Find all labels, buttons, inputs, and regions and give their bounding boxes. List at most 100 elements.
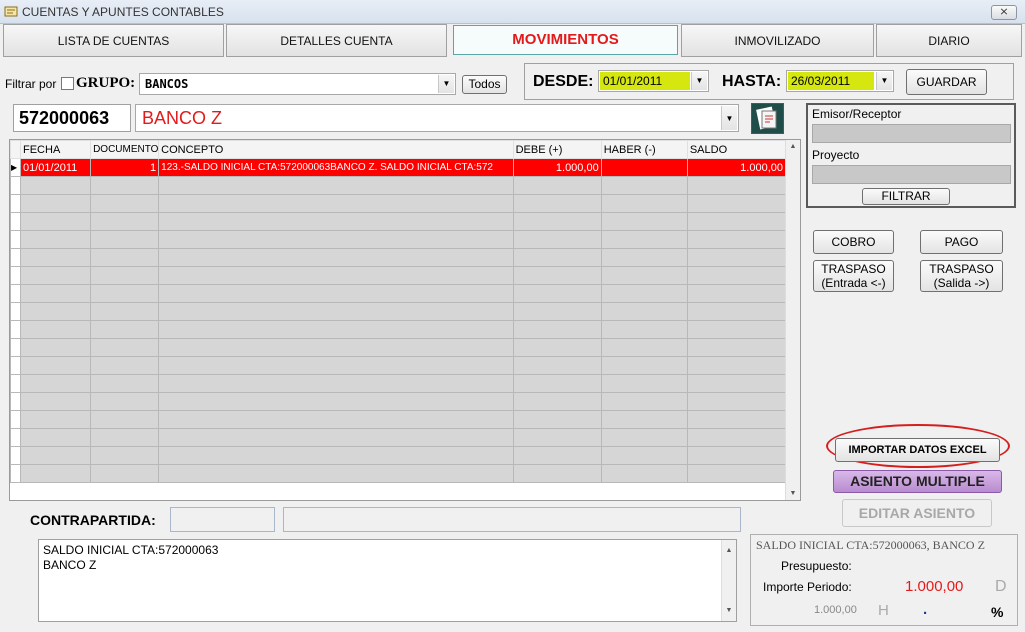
scroll-down-icon[interactable]: ▼ [722, 603, 736, 618]
traspaso-entrada-button[interactable]: TRASPASO (Entrada <-) [813, 260, 894, 292]
col-header-debe[interactable]: DEBE (+) [512, 140, 602, 159]
grupo-value: BANCOS [145, 77, 189, 91]
table-row[interactable]: ▶ 01/01/2011 1 123.-SALDO INICIAL CTA:57… [10, 158, 787, 177]
empty-grid-row[interactable] [10, 230, 787, 249]
pago-button[interactable]: PAGO [920, 230, 1003, 254]
empty-grid-row[interactable] [10, 428, 787, 447]
empty-grid-row[interactable] [10, 410, 787, 429]
empty-grid-row[interactable] [10, 194, 787, 213]
notes-line-1: SALDO INICIAL CTA:572000063 [43, 543, 219, 557]
notes-line-2: BANCO Z [43, 558, 97, 572]
col-header-saldo[interactable]: SALDO [686, 140, 787, 159]
contrapartida-code-input[interactable] [170, 507, 275, 532]
account-report-button[interactable] [751, 103, 784, 134]
tab-lista-de-cuentas[interactable]: LISTA DE CUENTAS [3, 24, 224, 57]
filtrar-checkbox[interactable] [61, 77, 74, 90]
col-header-fecha[interactable]: FECHA [19, 140, 92, 159]
grid-header-row: FECHA DOCUMENTO CONCEPTO DEBE (+) HABER … [10, 140, 787, 159]
chevron-down-icon: ▼ [691, 72, 707, 90]
traspaso-entrada-sub: (Entrada <-) [821, 276, 886, 290]
proyecto-field[interactable] [812, 165, 1011, 184]
guardar-button[interactable]: GUARDAR [906, 69, 987, 95]
empty-grid-row[interactable] [10, 392, 787, 411]
credit-indicator: H [878, 602, 889, 619]
cell-saldo[interactable]: 1.000,00 [686, 158, 787, 177]
cell-haber[interactable] [600, 158, 688, 177]
presupuesto-label: Presupuesto: [781, 559, 852, 573]
app-icon [4, 6, 18, 17]
contrapartida-label: CONTRAPARTIDA: [30, 512, 156, 528]
empty-grid-row[interactable] [10, 446, 787, 465]
tab-inmovilizado[interactable]: INMOVILIZADO [681, 24, 874, 57]
empty-grid-row[interactable] [10, 284, 787, 303]
editar-asiento-button[interactable]: EDITAR ASIENTO [842, 499, 992, 527]
percent-label: % [991, 604, 1004, 620]
hasta-date-input[interactable]: 26/03/2011 ▼ [786, 70, 894, 92]
window-title: CUENTAS Y APUNTES CONTABLES [22, 5, 224, 19]
tab-movimientos[interactable]: MOVIMIENTOS [453, 25, 678, 55]
empty-grid-row[interactable] [10, 338, 787, 357]
traspaso-salida-button[interactable]: TRASPASO (Salida ->) [920, 260, 1003, 292]
col-header-documento[interactable]: DOCUMENTO [90, 140, 160, 159]
emisor-field[interactable] [812, 124, 1011, 143]
summary-concept: SALDO INICIAL CTA:572000063, BANCO Z [756, 538, 985, 552]
traspaso-entrada-label: TRASPASO [821, 262, 886, 276]
account-name: BANCO Z [142, 108, 223, 128]
empty-grid-row[interactable] [10, 302, 787, 321]
cell-concepto[interactable]: 123.-SALDO INICIAL CTA:572000063BANCO Z.… [158, 158, 514, 177]
desde-value: 01/01/2011 [603, 74, 663, 88]
tab-diario[interactable]: DIARIO [876, 24, 1022, 57]
filtrar-por-label: Filtrar por [5, 77, 57, 91]
notes-textarea[interactable]: SALDO INICIAL CTA:572000063 BANCO Z ▲ ▼ [38, 539, 737, 622]
summary-panel: SALDO INICIAL CTA:572000063, BANCO Z Pre… [750, 534, 1018, 626]
emisor-label: Emisor/Receptor [812, 107, 902, 121]
importar-excel-button[interactable]: IMPORTAR DATOS EXCEL [835, 438, 1000, 462]
tab-detalles-cuenta[interactable]: DETALLES CUENTA [226, 24, 447, 57]
todos-button[interactable]: Todos [462, 75, 507, 94]
cell-documento[interactable]: 1 [90, 158, 160, 177]
desde-date-input[interactable]: 01/01/2011 ▼ [598, 70, 709, 92]
empty-grid-row[interactable] [10, 176, 787, 195]
importe-periodo-value: 1.000,00 [905, 578, 964, 595]
title-bar: CUENTAS Y APUNTES CONTABLES ⨯ [0, 0, 1025, 24]
notes-scrollbar[interactable]: ▲ ▼ [721, 540, 736, 621]
cell-debe[interactable]: 1.000,00 [512, 158, 602, 177]
grid-scrollbar[interactable]: ▲ ▼ [785, 140, 800, 500]
proyecto-label: Proyecto [812, 148, 860, 162]
movements-grid[interactable]: FECHA DOCUMENTO CONCEPTO DEBE (+) HABER … [9, 139, 801, 501]
debit-indicator: D [995, 578, 1007, 595]
empty-grid-row[interactable] [10, 266, 787, 285]
scroll-up-icon[interactable]: ▲ [786, 143, 800, 150]
summary-small-value: 1.000,00 [814, 604, 857, 616]
close-icon: ⨯ [999, 6, 1009, 18]
asiento-multiple-button[interactable]: ASIENTO MULTIPLE [833, 470, 1002, 493]
empty-grid-row[interactable] [10, 212, 787, 231]
account-code[interactable]: 572000063 [13, 104, 131, 132]
filtrar-button[interactable]: FILTRAR [862, 188, 950, 205]
empty-grid-row[interactable] [10, 248, 787, 267]
cobro-button[interactable]: COBRO [813, 230, 894, 254]
hasta-value: 26/03/2011 [791, 74, 851, 88]
importe-periodo-label: Importe Periodo: [763, 580, 852, 594]
traspaso-salida-sub: (Salida ->) [933, 276, 990, 290]
chevron-down-icon: ▼ [876, 72, 892, 90]
empty-grid-row[interactable] [10, 464, 787, 483]
hasta-label: HASTA: [722, 73, 782, 90]
close-button[interactable]: ⨯ [991, 5, 1017, 20]
row-pointer-icon: ▶ [10, 158, 21, 177]
chevron-down-icon: ▼ [721, 106, 737, 130]
side-filter-panel: Emisor/Receptor Proyecto FILTRAR [806, 103, 1016, 208]
empty-grid-row[interactable] [10, 374, 787, 393]
empty-grid-row[interactable] [10, 356, 787, 375]
col-header-concepto[interactable]: CONCEPTO [158, 140, 514, 159]
contrapartida-name-input[interactable] [283, 507, 741, 532]
col-header-haber[interactable]: HABER (-) [600, 140, 688, 159]
chevron-down-icon: ▼ [438, 75, 454, 93]
traspaso-salida-label: TRASPASO [929, 262, 994, 276]
empty-grid-row[interactable] [10, 320, 787, 339]
account-select[interactable]: BANCO Z ▼ [135, 104, 739, 132]
scroll-up-icon[interactable]: ▲ [722, 543, 736, 558]
grupo-select[interactable]: BANCOS ▼ [139, 73, 456, 95]
scroll-down-icon[interactable]: ▼ [786, 490, 800, 497]
cell-fecha[interactable]: 01/01/2011 [19, 158, 92, 177]
